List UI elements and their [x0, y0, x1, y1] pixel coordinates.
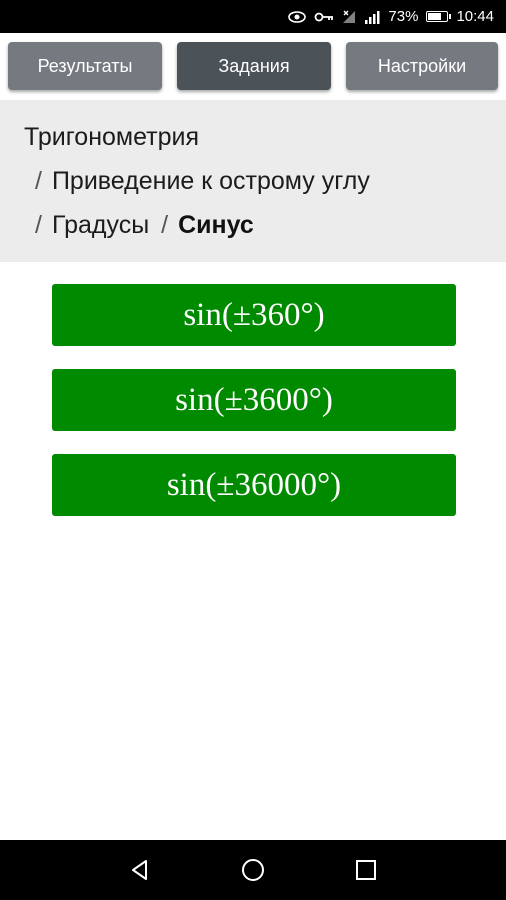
battery-fill: [428, 13, 442, 20]
breadcrumb-current: Синус: [178, 211, 254, 239]
breadcrumb-level3[interactable]: Градусы: [52, 211, 149, 239]
breadcrumb: Тригонометрия / Приведение к острому углу…: [0, 100, 506, 262]
breadcrumb-separator: /: [161, 211, 169, 239]
breadcrumb-separator: /: [35, 167, 42, 195]
tab-tasks[interactable]: Задания: [177, 42, 331, 90]
breadcrumb-separator: /: [35, 211, 42, 239]
recent-apps-icon[interactable]: [351, 855, 381, 885]
tab-results[interactable]: Результаты: [8, 42, 162, 90]
signal-icon: [342, 10, 356, 24]
eye-icon: [288, 10, 307, 24]
key-icon: [314, 11, 334, 23]
breadcrumb-level2-row: / Приведение к острому углу: [24, 159, 482, 203]
breadcrumb-level1-row: Тригонометрия: [24, 115, 482, 159]
status-bar: 73% 10:44: [0, 0, 506, 33]
answer-button[interactable]: sin(±36000°): [52, 454, 456, 516]
answer-button[interactable]: sin(±3600°): [52, 369, 456, 431]
breadcrumb-level3-row: / Градусы / Синус: [24, 203, 482, 247]
back-icon[interactable]: [125, 855, 155, 885]
tab-settings[interactable]: Настройки: [346, 42, 498, 90]
breadcrumb-level2[interactable]: Приведение к острому углу: [52, 167, 370, 195]
battery-icon: [426, 11, 452, 22]
home-icon[interactable]: [238, 855, 268, 885]
nav-bar: [0, 840, 506, 900]
status-time: 10:44: [456, 8, 494, 25]
battery-percent: 73%: [388, 8, 419, 25]
signal-lte-icon: [364, 10, 380, 24]
answer-button[interactable]: sin(±360°): [52, 284, 456, 346]
breadcrumb-level1[interactable]: Тригонометрия: [24, 123, 199, 151]
tab-bar: Результаты Задания Настройки: [0, 33, 506, 97]
